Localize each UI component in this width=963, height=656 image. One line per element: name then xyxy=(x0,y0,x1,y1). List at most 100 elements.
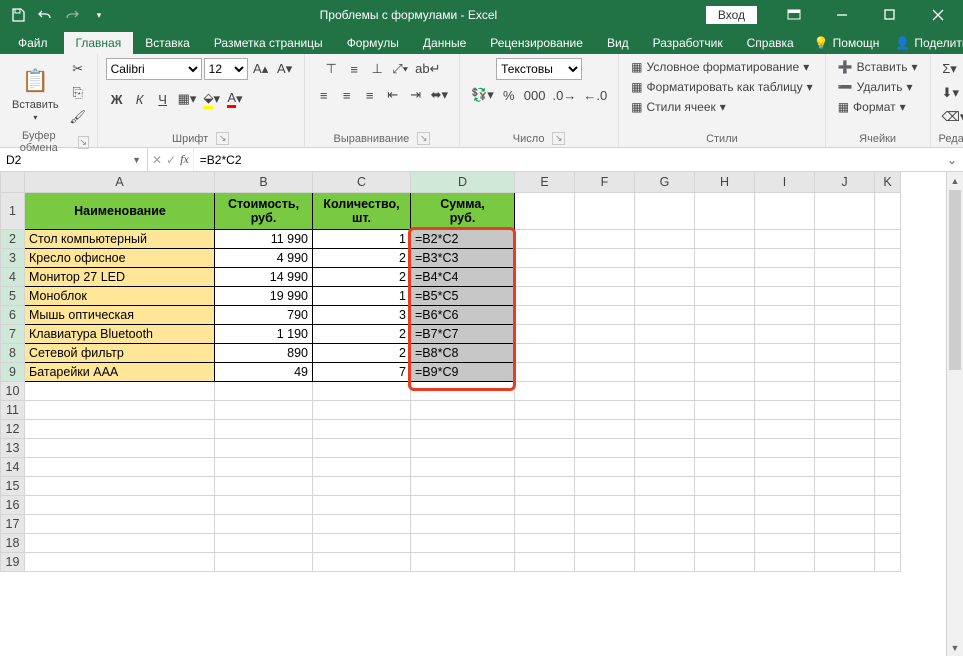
cell[interactable] xyxy=(25,533,215,552)
cell[interactable] xyxy=(815,229,875,248)
format-as-table-button[interactable]: ▦ Форматировать как таблицу ▾ xyxy=(627,78,817,96)
cell[interactable] xyxy=(411,438,515,457)
cell[interactable] xyxy=(515,343,575,362)
cell[interactable] xyxy=(575,229,635,248)
row-header-13[interactable]: 13 xyxy=(1,438,25,457)
cell[interactable] xyxy=(755,286,815,305)
italic-button[interactable]: К xyxy=(129,88,151,110)
cell[interactable] xyxy=(755,495,815,514)
tab-insert[interactable]: Вставка xyxy=(133,32,202,54)
delete-cells-button[interactable]: ➖ Удалить ▾ xyxy=(834,78,917,96)
cell[interactable] xyxy=(755,305,815,324)
cell[interactable] xyxy=(755,381,815,400)
fill-color-icon[interactable]: ⬙▾ xyxy=(200,88,223,110)
cell-qty[interactable]: 7 xyxy=(313,362,411,381)
cell[interactable] xyxy=(755,324,815,343)
clipboard-dialog-icon[interactable]: ↘ xyxy=(78,136,89,149)
cell[interactable] xyxy=(635,438,695,457)
cell[interactable] xyxy=(875,457,901,476)
cell[interactable] xyxy=(695,552,755,571)
cell[interactable] xyxy=(695,248,755,267)
cell[interactable] xyxy=(515,362,575,381)
col-header-D[interactable]: D xyxy=(411,172,515,192)
cell[interactable] xyxy=(515,400,575,419)
cell[interactable] xyxy=(215,495,313,514)
cell[interactable] xyxy=(815,324,875,343)
cell-styles-button[interactable]: ▦ Стили ячеек ▾ xyxy=(627,98,730,116)
cell[interactable] xyxy=(695,229,755,248)
cell-sum[interactable]: =B5*C5 xyxy=(411,286,515,305)
cell[interactable] xyxy=(215,457,313,476)
cell[interactable] xyxy=(635,362,695,381)
cell-qty[interactable]: 2 xyxy=(313,343,411,362)
cell-cost[interactable]: 790 xyxy=(215,305,313,324)
cell[interactable] xyxy=(411,514,515,533)
enter-formula-icon[interactable]: ✓ xyxy=(166,153,176,167)
clear-icon[interactable]: ⌫▾ xyxy=(939,106,963,128)
scroll-down-icon[interactable]: ▼ xyxy=(947,639,963,656)
cell[interactable] xyxy=(215,400,313,419)
row-header-10[interactable]: 10 xyxy=(1,381,25,400)
cell[interactable] xyxy=(313,476,411,495)
font-dialog-icon[interactable]: ↘ xyxy=(216,132,229,145)
cell[interactable] xyxy=(575,438,635,457)
cell-sum[interactable]: =B9*C9 xyxy=(411,362,515,381)
align-bottom-icon[interactable]: ⊥ xyxy=(366,58,388,80)
tab-developer[interactable]: Разработчик xyxy=(641,32,735,54)
cell[interactable] xyxy=(695,267,755,286)
cell[interactable] xyxy=(635,267,695,286)
sign-in-button[interactable]: Вход xyxy=(706,6,757,24)
shrink-font-icon[interactable]: A▾ xyxy=(274,58,296,80)
number-dialog-icon[interactable]: ↘ xyxy=(552,132,565,145)
cut-icon[interactable]: ✂ xyxy=(67,58,89,80)
cell[interactable] xyxy=(755,362,815,381)
cell[interactable] xyxy=(515,476,575,495)
cell[interactable] xyxy=(575,419,635,438)
vertical-scrollbar[interactable]: ▲ ▼ xyxy=(946,172,963,656)
cell[interactable] xyxy=(575,533,635,552)
cell[interactable] xyxy=(815,438,875,457)
cell[interactable] xyxy=(313,533,411,552)
borders-icon[interactable]: ▦▾ xyxy=(175,88,200,110)
underline-button[interactable]: Ч xyxy=(152,88,174,110)
cell[interactable] xyxy=(575,552,635,571)
cell[interactable] xyxy=(695,192,755,229)
col-header-H[interactable]: H xyxy=(695,172,755,192)
row-header-9[interactable]: 9 xyxy=(1,362,25,381)
decrease-indent-icon[interactable]: ⇤ xyxy=(382,84,404,106)
cell[interactable] xyxy=(515,552,575,571)
cell-sum[interactable]: =B8*C8 xyxy=(411,343,515,362)
cell[interactable] xyxy=(815,192,875,229)
cell[interactable] xyxy=(815,305,875,324)
font-color-icon[interactable]: A▾ xyxy=(224,88,246,110)
row-header-15[interactable]: 15 xyxy=(1,476,25,495)
row-header-7[interactable]: 7 xyxy=(1,324,25,343)
cell[interactable] xyxy=(635,419,695,438)
row-header-1[interactable]: 1 xyxy=(1,192,25,229)
cell[interactable] xyxy=(755,514,815,533)
cell[interactable] xyxy=(25,381,215,400)
cell[interactable] xyxy=(635,248,695,267)
cell[interactable] xyxy=(515,267,575,286)
cell[interactable] xyxy=(875,438,901,457)
cell[interactable] xyxy=(515,381,575,400)
font-size-combo[interactable]: 12 xyxy=(204,58,248,80)
cell[interactable] xyxy=(515,533,575,552)
cell[interactable] xyxy=(313,400,411,419)
col-header-F[interactable]: F xyxy=(575,172,635,192)
row-header-2[interactable]: 2 xyxy=(1,229,25,248)
cell[interactable] xyxy=(635,495,695,514)
col-header-C[interactable]: C xyxy=(313,172,411,192)
cell[interactable] xyxy=(411,419,515,438)
cell[interactable] xyxy=(515,438,575,457)
tab-home[interactable]: Главная xyxy=(64,32,134,54)
cell[interactable] xyxy=(575,248,635,267)
ribbon-display-icon[interactable] xyxy=(771,0,817,30)
cell[interactable] xyxy=(695,362,755,381)
cell[interactable] xyxy=(755,229,815,248)
cell[interactable] xyxy=(313,552,411,571)
cell[interactable] xyxy=(875,362,901,381)
cell-name[interactable]: Клавиатура Bluetooth xyxy=(25,324,215,343)
cell[interactable] xyxy=(575,343,635,362)
cell-name[interactable]: Стол компьютерный xyxy=(25,229,215,248)
